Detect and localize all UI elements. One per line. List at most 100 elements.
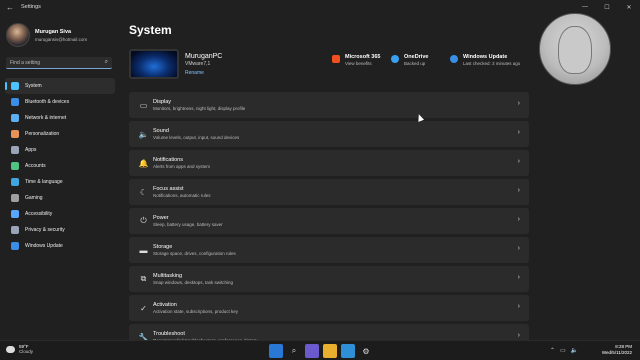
cloud-icon xyxy=(6,345,15,353)
search-input[interactable]: Find a setting ⌕ xyxy=(6,57,112,69)
sidebar-item-accessibility[interactable]: Accessibility xyxy=(5,206,115,222)
sidebar-item-label: Gaming xyxy=(25,195,43,201)
quick-onedrive[interactable]: OneDrive Backed up xyxy=(391,54,428,66)
card-title: Notifications xyxy=(153,157,183,163)
search-icon[interactable]: ⌕ xyxy=(105,59,108,66)
card-subtitle: Activation state, subscriptions, product… xyxy=(153,309,239,314)
close-button[interactable]: ✕ xyxy=(618,0,640,14)
card-title: Storage xyxy=(153,244,173,250)
page-title: System xyxy=(129,23,172,37)
card-title: Power xyxy=(153,215,169,221)
settings-gear-icon[interactable]: ⚙ xyxy=(359,344,373,358)
user-profile[interactable]: Murugan Siva murugansiv@hotmail.com xyxy=(6,23,87,47)
settings-card-storage[interactable]: ▬ Storage Storage space, drives, configura… xyxy=(129,237,529,263)
back-arrow-icon[interactable]: ← xyxy=(3,0,17,14)
settings-card-sound[interactable]: 🔈 Sound Volume levels, output, input, soun… xyxy=(129,121,529,147)
settings-card-focus-assist[interactable]: ☾ Focus assist Notifications, automatic ru… xyxy=(129,179,529,205)
card-subtitle: Sleep, battery usage, battery saver xyxy=(153,222,223,227)
device-name: MuruganPC xyxy=(185,52,223,60)
sidebar-item-label: Apps xyxy=(25,147,37,153)
settings-card-multitasking[interactable]: ⧉ Multitasking Snap windows, desktops, tas… xyxy=(129,266,529,292)
chevron-right-icon: › xyxy=(517,158,520,165)
minimize-button[interactable]: — xyxy=(574,0,596,14)
start-icon[interactable] xyxy=(269,344,283,358)
sidebar-item-label: Time & language xyxy=(25,179,63,185)
sidebar-item-label: Bluetooth & devices xyxy=(25,99,70,105)
gaming-icon xyxy=(11,194,19,202)
card-title: Multitasking xyxy=(153,273,183,279)
user-name: Murugan Siva xyxy=(35,28,72,35)
taskbar: 59°F Cloudy ⌕ ⚙ ⌃ ▭ 🔈 8:28 PM Wed/5/11/2… xyxy=(0,340,640,360)
sidebar-nav: System Bluetooth & devices Network & inter… xyxy=(5,78,115,254)
system-icon xyxy=(11,82,19,90)
card-title: Display xyxy=(153,99,172,105)
search-taskbar-icon[interactable]: ⌕ xyxy=(287,344,301,358)
taskbar-apps: ⌕ ⚙ xyxy=(269,344,377,358)
settings-card-notifications[interactable]: 🔔 Notifications Alerts from apps and syste… xyxy=(129,150,529,176)
apps-icon xyxy=(11,146,19,154)
chevron-right-icon: › xyxy=(517,274,520,281)
sidebar-item-label: Personalization xyxy=(25,131,60,137)
file-explorer-icon[interactable] xyxy=(323,344,337,358)
clock-date: Wed/5/11/2022 xyxy=(601,350,632,355)
quick-microsoft-365[interactable]: Microsoft 365 View benefits xyxy=(332,54,380,66)
desktop-wallpaper-thumbnail xyxy=(129,49,179,79)
sidebar-item-bluetooth-devices[interactable]: Bluetooth & devices xyxy=(5,94,115,110)
settings-card-power[interactable]: ⏻ Power Sleep, battery usage, battery save… xyxy=(129,208,529,234)
clock[interactable]: 8:28 PM Wed/5/11/2022 xyxy=(602,344,632,356)
network-tray-icon[interactable]: ▭ xyxy=(560,347,566,354)
rename-link[interactable]: Rename xyxy=(185,70,222,76)
user-email: murugansiv@hotmail.com xyxy=(35,36,88,42)
sidebar-item-time-language[interactable]: Time & language xyxy=(5,174,115,190)
quick-sub: View benefits xyxy=(345,61,372,66)
sidebar: Murugan Siva murugansiv@hotmail.com Find… xyxy=(0,14,124,340)
card-title: Sound xyxy=(153,128,169,134)
microsoft-365-icon xyxy=(332,55,340,63)
network-icon xyxy=(11,114,19,122)
quick-sub: Last checked: 3 minutes ago xyxy=(463,61,521,66)
store-icon[interactable] xyxy=(341,344,355,358)
onedrive-icon xyxy=(391,55,399,63)
sidebar-item-apps[interactable]: Apps xyxy=(5,142,115,158)
bluetooth-icon xyxy=(11,98,19,106)
sidebar-item-privacy-security[interactable]: Privacy & security xyxy=(5,222,115,238)
sidebar-item-personalization[interactable]: Personalization xyxy=(5,126,115,142)
title-bar: ← Settings — ☐ ✕ xyxy=(0,0,640,14)
storage-icon: ▬ xyxy=(139,245,148,255)
sidebar-item-network-internet[interactable]: Network & internet xyxy=(5,110,115,126)
accounts-icon xyxy=(11,162,19,170)
chevron-right-icon: › xyxy=(517,303,520,310)
chevron-up-icon[interactable]: ⌃ xyxy=(550,347,555,354)
moon-icon: ☾ xyxy=(139,187,148,197)
device-info: MuruganPC VMware7,1 Rename xyxy=(129,49,222,79)
sidebar-item-label: Windows Update xyxy=(25,243,63,249)
maximize-button[interactable]: ☐ xyxy=(596,0,618,14)
sidebar-item-accounts[interactable]: Accounts xyxy=(5,158,115,174)
quick-title: OneDrive xyxy=(404,54,429,60)
chat-icon[interactable] xyxy=(305,344,319,358)
card-subtitle: Snap windows, desktops, task switching xyxy=(153,280,234,285)
sidebar-item-system[interactable]: System xyxy=(5,78,115,94)
brush-icon xyxy=(11,130,19,138)
card-subtitle: Alerts from apps and system xyxy=(153,164,211,169)
weather-widget[interactable]: 59°F Cloudy xyxy=(6,344,33,354)
bell-icon: 🔔 xyxy=(138,158,149,168)
sidebar-item-label: Privacy & security xyxy=(25,227,65,233)
sidebar-item-gaming[interactable]: Gaming xyxy=(5,190,115,206)
app-title: Settings xyxy=(21,4,41,10)
card-subtitle: Monitors, brightness, night light, displ… xyxy=(153,106,246,111)
chevron-right-icon: › xyxy=(517,100,520,107)
chevron-right-icon: › xyxy=(517,187,520,194)
card-subtitle: Storage space, drives, configuration rul… xyxy=(153,251,236,256)
settings-card-activation[interactable]: ✓ Activation Activation state, subscriptio… xyxy=(129,295,529,321)
quick-windows-update[interactable]: Windows Update Last checked: 3 minutes a… xyxy=(450,54,520,66)
webcam-face xyxy=(558,26,592,74)
settings-card-display[interactable]: ▭ Display Monitors, brightness, night ligh… xyxy=(129,92,529,118)
sidebar-item-label: Network & internet xyxy=(25,115,67,121)
volume-tray-icon[interactable]: 🔈 xyxy=(571,347,578,354)
sidebar-item-windows-update[interactable]: Windows Update xyxy=(5,238,115,254)
card-title: Activation xyxy=(153,302,177,308)
webcam-overlay xyxy=(539,13,611,85)
quick-sub: Backed up xyxy=(404,61,426,66)
card-subtitle: Volume levels, output, input, sound devi… xyxy=(153,135,240,140)
